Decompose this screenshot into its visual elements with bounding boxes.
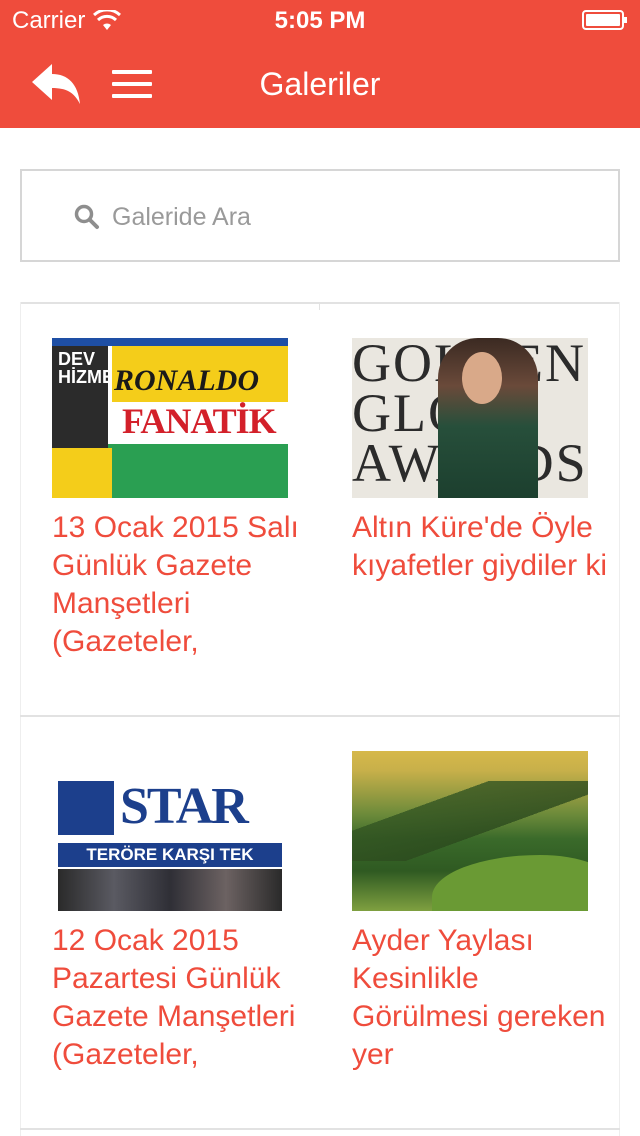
page-title: Galeriler: [259, 66, 381, 102]
thumb-text: DEV: [58, 349, 96, 369]
thumb-headline-ronaldo: RONALDO: [114, 364, 260, 397]
gallery-item-title[interactable]: Ayder Yaylası Kesinlikle Görülmesi gerek…: [352, 922, 612, 1102]
gallery-thumbnail: GOLDEN GLOBE AWARDS: [352, 338, 588, 498]
status-time: 5:05 PM: [274, 7, 366, 34]
gallery-thumbnail: DEV HİZMET RONALDO FANATİK: [52, 338, 288, 498]
thumb-face: [462, 352, 502, 404]
thumb-band: [52, 448, 112, 498]
gallery-item[interactable]: GOLDEN GLOBE AWARDS Altın Küre'de Öyle k…: [320, 304, 620, 717]
gallery-item-title[interactable]: Altın Küre'de Öyle kıyafetler giydiler k…: [352, 509, 612, 689]
gallery-item[interactable]: DEV HİZMET RONALDO FANATİK 13 Ocak 2015 …: [20, 304, 320, 717]
gallery-item[interactable]: STAR TERÖRE KARŞI TEK YÜREK 12 Ocak 2015…: [20, 717, 320, 1130]
thumb-mountain: [352, 781, 588, 861]
gallery-thumbnail: STAR TERÖRE KARŞI TEK YÜREK: [52, 751, 288, 911]
gallery-item-title[interactable]: 12 Ocak 2015 Pazartesi Günlük Gazete Man…: [52, 922, 312, 1102]
status-bar: Carrier 5:05 PM: [0, 0, 640, 40]
thumb-box: [58, 781, 114, 835]
thumb-band: [108, 444, 288, 498]
navigation-bar: Galeriler: [0, 40, 640, 128]
gallery-item[interactable]: Ayder Yaylası Kesinlikle Görülmesi gerek…: [320, 717, 620, 1130]
thumb-masthead: STAR: [120, 778, 249, 835]
search-input[interactable]: [112, 197, 592, 237]
thumb-masthead: FANATİK: [122, 401, 277, 441]
search-icon: [74, 204, 99, 229]
gallery-item-title[interactable]: 13 Ocak 2015 Salı Günlük Gazete Manşetle…: [52, 509, 312, 689]
thumb-photo: [58, 869, 282, 911]
thumb-hill: [432, 855, 588, 911]
thumb-headline: TERÖRE KARŞI TEK YÜREK: [58, 843, 282, 888]
gallery-grid: DEV HİZMET RONALDO FANATİK 13 Ocak 2015 …: [20, 302, 620, 1136]
gallery-thumbnail: [352, 751, 588, 911]
battery-icon: [582, 10, 627, 30]
thumb-strip: [52, 338, 288, 346]
header-bar: Carrier 5:05 PM Galeriler: [0, 0, 640, 128]
search-box[interactable]: [20, 169, 620, 262]
